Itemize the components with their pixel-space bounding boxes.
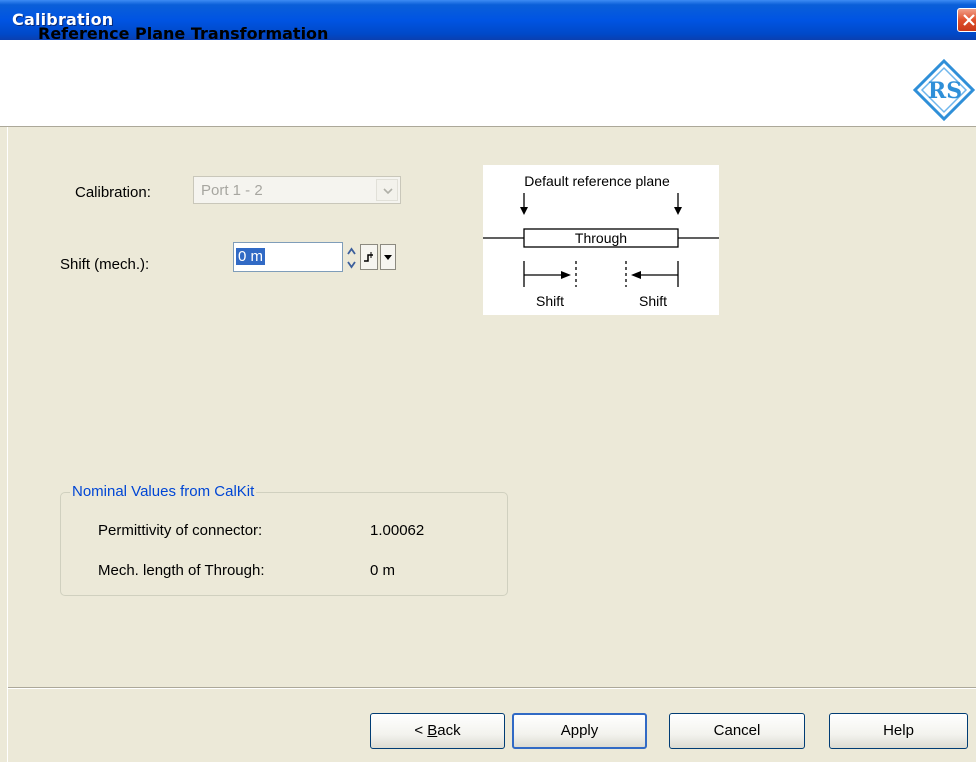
- calibration-select-arrow[interactable]: [376, 179, 398, 201]
- permittivity-label: Permittivity of connector:: [98, 522, 263, 539]
- step-size-button[interactable]: [360, 244, 378, 270]
- shift-right-label: Shift: [639, 293, 667, 309]
- back-button-rest: ack: [437, 722, 461, 739]
- permittivity-value: 1.00062: [370, 522, 425, 539]
- close-button[interactable]: [957, 8, 976, 32]
- through-label: Through: [575, 230, 627, 246]
- page-title: Reference Plane Transformation: [38, 24, 329, 43]
- step-dropdown-button[interactable]: [380, 244, 396, 270]
- shift-label: Shift (mech.):: [60, 256, 150, 273]
- cancel-button[interactable]: Cancel: [669, 713, 805, 749]
- spin-down-icon: [347, 261, 356, 269]
- chevron-down-icon: [383, 188, 393, 195]
- spin-down-button[interactable]: [345, 258, 358, 272]
- calibration-select[interactable]: Port 1 - 2: [193, 176, 401, 204]
- wizard-header: [0, 40, 976, 127]
- reference-plane-diagram: Default reference plane Through Shift Sh…: [483, 165, 719, 315]
- calibration-label: Calibration:: [75, 184, 151, 201]
- rohde-schwarz-logo-icon: RS: [912, 58, 976, 122]
- spin-up-icon: [347, 247, 356, 255]
- help-button[interactable]: Help: [829, 713, 968, 749]
- dropdown-arrow-icon: [384, 255, 392, 260]
- apply-button[interactable]: Apply: [512, 713, 647, 749]
- arrow-down-icon: [520, 207, 528, 215]
- back-button[interactable]: < Back: [370, 713, 505, 749]
- nominal-values-legend: Nominal Values from CalKit: [70, 483, 257, 500]
- spin-up-button[interactable]: [345, 244, 358, 258]
- mech-length-value: 0 m: [370, 562, 396, 579]
- shift-left-label: Shift: [536, 293, 564, 309]
- svg-text:RS: RS: [928, 78, 962, 104]
- footer-divider-highlight: [8, 688, 976, 689]
- shift-input-value: 0 m: [236, 248, 266, 265]
- back-button-prefix: <: [414, 722, 428, 739]
- arrow-down-icon: [674, 207, 682, 215]
- close-icon: [963, 14, 975, 26]
- shift-input[interactable]: 0 m: [233, 242, 343, 272]
- nominal-values-group: [60, 492, 508, 596]
- step-size-icon: [364, 252, 373, 262]
- mech-length-label: Mech. length of Through:: [98, 562, 265, 579]
- back-button-accel: B: [427, 722, 438, 739]
- frame-border: [7, 127, 8, 762]
- calibration-select-value: Port 1 - 2: [201, 182, 263, 199]
- diagram-title: Default reference plane: [524, 173, 670, 189]
